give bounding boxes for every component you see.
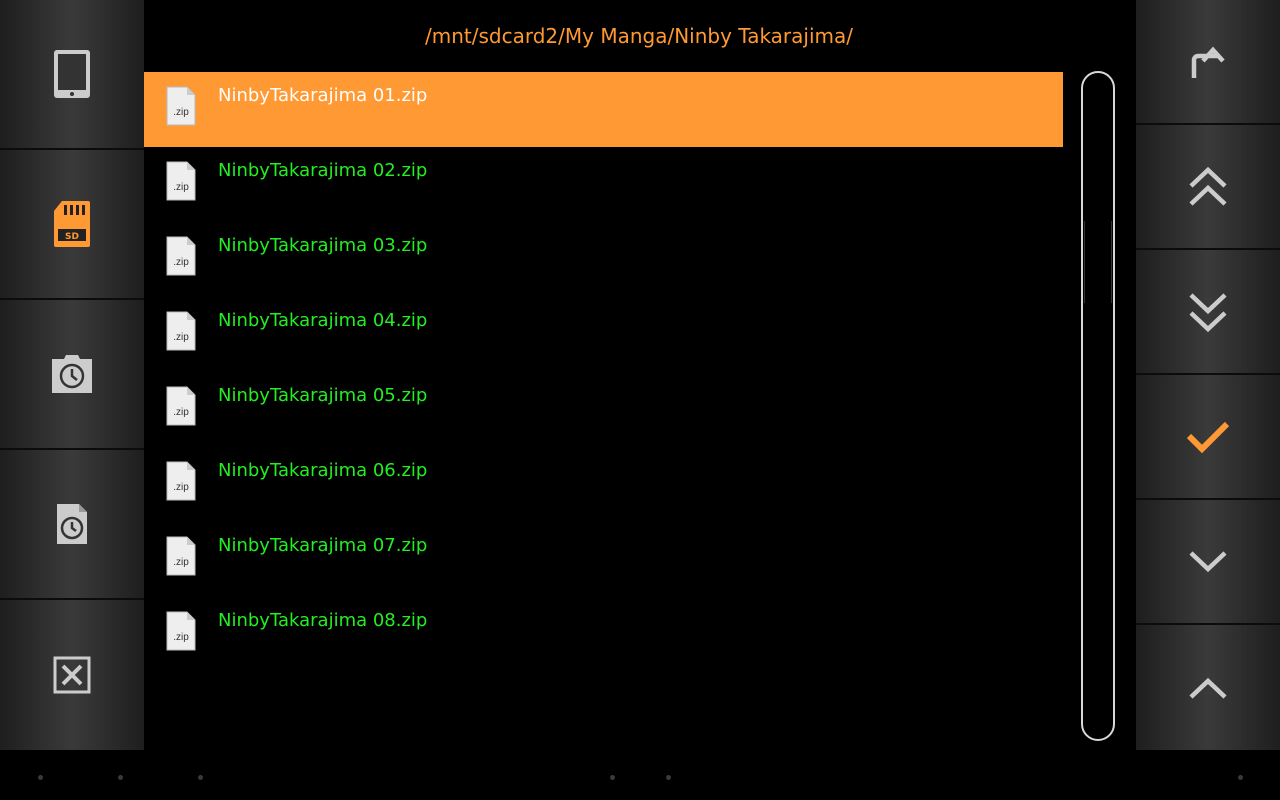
sd-card-button[interactable]: SD [0, 150, 144, 300]
double-chevron-up-icon [1189, 166, 1227, 206]
tablet-icon [54, 50, 90, 98]
file-row[interactable]: .zip NinbyTakarajima 04.zip [144, 297, 1063, 372]
file-browser: /mnt/sdcard2/My Manga/Ninby Takarajima/ … [144, 0, 1136, 750]
nav-dot [198, 775, 203, 780]
recent-file-icon [57, 504, 87, 544]
zip-file-icon: .zip [166, 461, 196, 501]
file-name: NinbyTakarajima 06.zip [218, 460, 428, 481]
zip-icon-label: .zip [173, 107, 189, 118]
zip-file-icon: .zip [166, 386, 196, 426]
zip-icon-label: .zip [173, 482, 189, 493]
file-name: NinbyTakarajima 08.zip [218, 610, 428, 631]
file-name: NinbyTakarajima 07.zip [218, 535, 428, 556]
nav-dot [666, 775, 671, 780]
zip-icon-label: .zip [173, 257, 189, 268]
file-name: NinbyTakarajima 03.zip [218, 235, 428, 256]
sd-card-label: SD [65, 232, 79, 242]
system-nav-bar [0, 750, 1280, 800]
file-row[interactable]: .zip NinbyTakarajima 05.zip [144, 372, 1063, 447]
checkmark-icon [1186, 421, 1230, 453]
file-row[interactable]: .zip NinbyTakarajima 06.zip [144, 447, 1063, 522]
left-sidebar: SD [0, 0, 144, 750]
scroll-down-button[interactable] [1136, 500, 1280, 625]
scroll-up-button[interactable] [1136, 625, 1280, 750]
file-row[interactable]: .zip NinbyTakarajima 08.zip [144, 597, 1063, 672]
file-list: .zip NinbyTakarajima 01.zip .zip NinbyTakar… [144, 72, 1063, 672]
confirm-button[interactable] [1136, 375, 1280, 500]
nav-dot [1238, 775, 1243, 780]
right-sidebar [1136, 0, 1280, 750]
close-box-icon [53, 656, 91, 694]
nav-dot [610, 775, 615, 780]
scroll-bottom-button[interactable] [1136, 250, 1280, 375]
close-button[interactable] [0, 600, 144, 750]
zip-icon-label: .zip [173, 332, 189, 343]
device-storage-button[interactable] [0, 0, 144, 150]
parent-folder-button[interactable] [1136, 0, 1280, 125]
zip-file-icon: .zip [166, 611, 196, 651]
file-row[interactable]: .zip NinbyTakarajima 07.zip [144, 522, 1063, 597]
current-path: /mnt/sdcard2/My Manga/Ninby Takarajima/ [425, 24, 853, 48]
file-row[interactable]: .zip NinbyTakarajima 01.zip [144, 72, 1063, 147]
chevron-up-icon [1189, 677, 1227, 699]
history-folder-button[interactable] [0, 300, 144, 450]
zip-icon-label: .zip [173, 407, 189, 418]
chevron-down-icon [1189, 550, 1227, 572]
zip-icon-label: .zip [173, 182, 189, 193]
scroll-top-button[interactable] [1136, 125, 1280, 250]
history-folder-icon [52, 355, 92, 393]
zip-file-icon: .zip [166, 86, 196, 126]
nav-dot [38, 775, 43, 780]
file-row[interactable]: .zip NinbyTakarajima 03.zip [144, 222, 1063, 297]
recent-file-button[interactable] [0, 450, 144, 600]
folder-up-icon [1191, 46, 1225, 78]
scrollbar[interactable] [1081, 71, 1115, 741]
file-name: NinbyTakarajima 05.zip [218, 385, 428, 406]
scroll-thumb[interactable] [1084, 221, 1112, 303]
zip-file-icon: .zip [166, 236, 196, 276]
nav-dot [118, 775, 123, 780]
file-name: NinbyTakarajima 01.zip [218, 85, 428, 106]
file-name: NinbyTakarajima 04.zip [218, 310, 428, 331]
zip-icon-label: .zip [173, 557, 189, 568]
zip-file-icon: .zip [166, 311, 196, 351]
file-row[interactable]: .zip NinbyTakarajima 02.zip [144, 147, 1063, 222]
zip-file-icon: .zip [166, 161, 196, 201]
double-chevron-down-icon [1189, 292, 1227, 332]
zip-file-icon: .zip [166, 536, 196, 576]
file-name: NinbyTakarajima 02.zip [218, 160, 428, 181]
zip-icon-label: .zip [173, 632, 189, 643]
